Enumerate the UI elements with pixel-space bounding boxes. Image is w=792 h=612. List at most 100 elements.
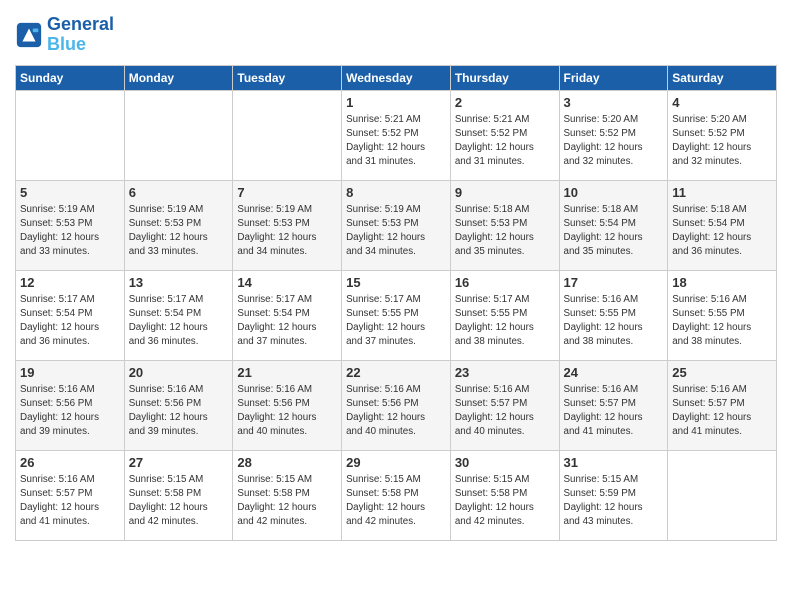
calendar-week-row: 19 Sunrise: 5:16 AM Sunset: 5:56 PM Dayli… [16, 360, 777, 450]
day-number: 29 [346, 455, 446, 470]
calendar-cell: 19 Sunrise: 5:16 AM Sunset: 5:56 PM Dayli… [16, 360, 125, 450]
day-number: 31 [564, 455, 664, 470]
day-number: 21 [237, 365, 337, 380]
day-number: 15 [346, 275, 446, 290]
calendar-cell: 1 Sunrise: 5:21 AM Sunset: 5:52 PM Daylig… [342, 90, 451, 180]
calendar-cell: 31 Sunrise: 5:15 AM Sunset: 5:59 PM Dayli… [559, 450, 668, 540]
calendar-cell: 2 Sunrise: 5:21 AM Sunset: 5:52 PM Daylig… [450, 90, 559, 180]
calendar-cell: 29 Sunrise: 5:15 AM Sunset: 5:58 PM Dayli… [342, 450, 451, 540]
day-number: 26 [20, 455, 120, 470]
day-number: 16 [455, 275, 555, 290]
calendar-cell: 6 Sunrise: 5:19 AM Sunset: 5:53 PM Daylig… [124, 180, 233, 270]
day-info: Sunrise: 5:17 AM Sunset: 5:55 PM Dayligh… [455, 293, 555, 350]
day-info: Sunrise: 5:18 AM Sunset: 5:53 PM Dayligh… [455, 203, 555, 260]
day-info: Sunrise: 5:21 AM Sunset: 5:52 PM Dayligh… [346, 113, 446, 170]
weekday-header: Wednesday [342, 65, 451, 90]
logo-text: General Blue [47, 15, 114, 55]
day-number: 17 [564, 275, 664, 290]
calendar-cell: 16 Sunrise: 5:17 AM Sunset: 5:55 PM Dayli… [450, 270, 559, 360]
day-number: 6 [129, 185, 229, 200]
weekday-header: Sunday [16, 65, 125, 90]
calendar-cell: 17 Sunrise: 5:16 AM Sunset: 5:55 PM Dayli… [559, 270, 668, 360]
day-number: 24 [564, 365, 664, 380]
day-info: Sunrise: 5:20 AM Sunset: 5:52 PM Dayligh… [564, 113, 664, 170]
day-number: 3 [564, 95, 664, 110]
calendar-cell: 27 Sunrise: 5:15 AM Sunset: 5:58 PM Dayli… [124, 450, 233, 540]
day-info: Sunrise: 5:17 AM Sunset: 5:54 PM Dayligh… [237, 293, 337, 350]
day-info: Sunrise: 5:15 AM Sunset: 5:59 PM Dayligh… [564, 473, 664, 530]
day-number: 14 [237, 275, 337, 290]
day-info: Sunrise: 5:16 AM Sunset: 5:56 PM Dayligh… [346, 383, 446, 440]
day-number: 10 [564, 185, 664, 200]
day-number: 19 [20, 365, 120, 380]
day-info: Sunrise: 5:19 AM Sunset: 5:53 PM Dayligh… [346, 203, 446, 260]
day-info: Sunrise: 5:21 AM Sunset: 5:52 PM Dayligh… [455, 113, 555, 170]
calendar-cell [124, 90, 233, 180]
logo-icon [15, 21, 43, 49]
calendar-cell: 8Sunrise: 5:19 AM Sunset: 5:53 PM Daylig… [342, 180, 451, 270]
calendar-cell: 3 Sunrise: 5:20 AM Sunset: 5:52 PM Daylig… [559, 90, 668, 180]
calendar-cell: 11Sunrise: 5:18 AM Sunset: 5:54 PM Dayli… [668, 180, 777, 270]
calendar-cell: 21Sunrise: 5:16 AM Sunset: 5:56 PM Dayli… [233, 360, 342, 450]
day-info: Sunrise: 5:17 AM Sunset: 5:55 PM Dayligh… [346, 293, 446, 350]
day-number: 23 [455, 365, 555, 380]
day-info: Sunrise: 5:19 AM Sunset: 5:53 PM Dayligh… [20, 203, 120, 260]
day-number: 12 [20, 275, 120, 290]
day-info: Sunrise: 5:15 AM Sunset: 5:58 PM Dayligh… [129, 473, 229, 530]
day-number: 30 [455, 455, 555, 470]
day-number: 27 [129, 455, 229, 470]
day-info: Sunrise: 5:19 AM Sunset: 5:53 PM Dayligh… [237, 203, 337, 260]
calendar-week-row: 12 Sunrise: 5:17 AM Sunset: 5:54 PM Dayli… [16, 270, 777, 360]
calendar-cell: 28Sunrise: 5:15 AM Sunset: 5:58 PM Dayli… [233, 450, 342, 540]
day-info: Sunrise: 5:18 AM Sunset: 5:54 PM Dayligh… [672, 203, 772, 260]
day-info: Sunrise: 5:19 AM Sunset: 5:53 PM Dayligh… [129, 203, 229, 260]
calendar-cell: 20 Sunrise: 5:16 AM Sunset: 5:56 PM Dayli… [124, 360, 233, 450]
calendar-week-row: 26 Sunrise: 5:16 AM Sunset: 5:57 PM Dayli… [16, 450, 777, 540]
calendar-cell: 9 Sunrise: 5:18 AM Sunset: 5:53 PM Daylig… [450, 180, 559, 270]
day-info: Sunrise: 5:16 AM Sunset: 5:57 PM Dayligh… [672, 383, 772, 440]
calendar-cell: 25 Sunrise: 5:16 AM Sunset: 5:57 PM Dayli… [668, 360, 777, 450]
day-number: 1 [346, 95, 446, 110]
day-info: Sunrise: 5:16 AM Sunset: 5:57 PM Dayligh… [564, 383, 664, 440]
day-info: Sunrise: 5:16 AM Sunset: 5:57 PM Dayligh… [455, 383, 555, 440]
day-info: Sunrise: 5:16 AM Sunset: 5:57 PM Dayligh… [20, 473, 120, 530]
day-number: 20 [129, 365, 229, 380]
calendar-cell [16, 90, 125, 180]
logo: General Blue [15, 15, 114, 55]
calendar-cell: 7 Sunrise: 5:19 AM Sunset: 5:53 PM Daylig… [233, 180, 342, 270]
day-info: Sunrise: 5:18 AM Sunset: 5:54 PM Dayligh… [564, 203, 664, 260]
calendar-cell: 15 Sunrise: 5:17 AM Sunset: 5:55 PM Dayli… [342, 270, 451, 360]
calendar-cell: 24 Sunrise: 5:16 AM Sunset: 5:57 PM Dayli… [559, 360, 668, 450]
calendar-table: SundayMondayTuesdayWednesdayThursdayFrid… [15, 65, 777, 541]
day-number: 13 [129, 275, 229, 290]
weekday-header: Friday [559, 65, 668, 90]
day-number: 5 [20, 185, 120, 200]
day-number: 22 [346, 365, 446, 380]
calendar-cell [668, 450, 777, 540]
day-number: 7 [237, 185, 337, 200]
calendar-cell: 12 Sunrise: 5:17 AM Sunset: 5:54 PM Dayli… [16, 270, 125, 360]
day-info: Sunrise: 5:16 AM Sunset: 5:55 PM Dayligh… [672, 293, 772, 350]
weekday-header: Monday [124, 65, 233, 90]
day-number: 25 [672, 365, 772, 380]
calendar-cell: 18 Sunrise: 5:16 AM Sunset: 5:55 PM Dayli… [668, 270, 777, 360]
weekday-header: Saturday [668, 65, 777, 90]
day-number: 18 [672, 275, 772, 290]
calendar-cell: 5 Sunrise: 5:19 AM Sunset: 5:53 PM Daylig… [16, 180, 125, 270]
day-number: 2 [455, 95, 555, 110]
day-number: 28 [237, 455, 337, 470]
calendar-cell: 4Sunrise: 5:20 AM Sunset: 5:52 PM Daylig… [668, 90, 777, 180]
day-info: Sunrise: 5:16 AM Sunset: 5:56 PM Dayligh… [129, 383, 229, 440]
calendar-cell: 10 Sunrise: 5:18 AM Sunset: 5:54 PM Dayli… [559, 180, 668, 270]
weekday-header-row: SundayMondayTuesdayWednesdayThursdayFrid… [16, 65, 777, 90]
day-info: Sunrise: 5:16 AM Sunset: 5:55 PM Dayligh… [564, 293, 664, 350]
day-number: 4 [672, 95, 772, 110]
calendar-cell: 14 Sunrise: 5:17 AM Sunset: 5:54 PM Dayli… [233, 270, 342, 360]
day-info: Sunrise: 5:16 AM Sunset: 5:56 PM Dayligh… [20, 383, 120, 440]
day-number: 9 [455, 185, 555, 200]
calendar-week-row: 5 Sunrise: 5:19 AM Sunset: 5:53 PM Daylig… [16, 180, 777, 270]
calendar-cell [233, 90, 342, 180]
day-info: Sunrise: 5:17 AM Sunset: 5:54 PM Dayligh… [20, 293, 120, 350]
day-info: Sunrise: 5:15 AM Sunset: 5:58 PM Dayligh… [346, 473, 446, 530]
day-info: Sunrise: 5:17 AM Sunset: 5:54 PM Dayligh… [129, 293, 229, 350]
